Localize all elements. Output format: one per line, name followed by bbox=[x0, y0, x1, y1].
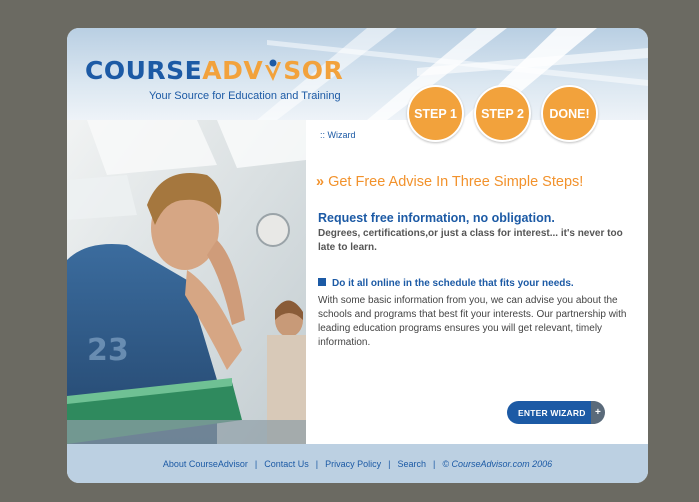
content-panel: :: Wizard » Get Free Advise In Three Simp… bbox=[306, 120, 648, 444]
logo-person-icon bbox=[263, 58, 283, 83]
tagline: Your Source for Education and Training bbox=[149, 90, 341, 102]
headline-text: Get Free Advise In Three Simple Steps! bbox=[328, 174, 584, 190]
main-card: COURSEADV SOR Your Source for Education a… bbox=[67, 28, 648, 483]
footer-separator: | bbox=[432, 458, 436, 469]
footer-link-privacy[interactable]: Privacy Policy bbox=[325, 459, 381, 469]
footer: About CourseAdvisor | Contact Us | Priva… bbox=[67, 444, 648, 483]
plus-icon: + bbox=[591, 401, 605, 424]
footer-separator: | bbox=[388, 458, 391, 469]
square-bullet-icon bbox=[318, 278, 326, 286]
logo-text-adv: ADV bbox=[202, 56, 264, 85]
section-2-body: With some basic information from you, we… bbox=[318, 295, 627, 348]
section-1-body: Degrees, certifications,or just a class … bbox=[318, 228, 623, 253]
double-chevron-icon: » bbox=[316, 174, 325, 190]
footer-link-search[interactable]: Search bbox=[397, 459, 426, 469]
page-headline: » Get Free Advise In Three Simple Steps! bbox=[316, 174, 583, 190]
section-2-title: Do it all online in the schedule that fi… bbox=[318, 278, 574, 289]
student-photo-illustration: 23 bbox=[67, 120, 306, 444]
enter-wizard-button[interactable]: ENTER WIZARD + bbox=[507, 401, 605, 424]
logo-text-course: COURSE bbox=[85, 56, 203, 85]
footer-link-contact[interactable]: Contact Us bbox=[264, 459, 309, 469]
section-2-title-text: Do it all online in the schedule that fi… bbox=[332, 278, 574, 289]
section-1-title: Request free information, no obligation. bbox=[318, 211, 555, 225]
breadcrumb[interactable]: :: Wizard bbox=[320, 130, 356, 140]
svg-text:23: 23 bbox=[87, 333, 129, 368]
student-photo: 23 bbox=[67, 120, 306, 444]
logo-text-sor: SOR bbox=[283, 56, 344, 85]
footer-separator: | bbox=[254, 458, 258, 469]
enter-wizard-label: ENTER WIZARD bbox=[518, 407, 586, 418]
footer-separator: | bbox=[315, 458, 319, 469]
footer-link-about[interactable]: About CourseAdvisor bbox=[163, 459, 248, 469]
logo[interactable]: COURSEADV SOR bbox=[85, 58, 343, 83]
copyright: © CourseAdvisor.com 2006 bbox=[442, 458, 553, 469]
